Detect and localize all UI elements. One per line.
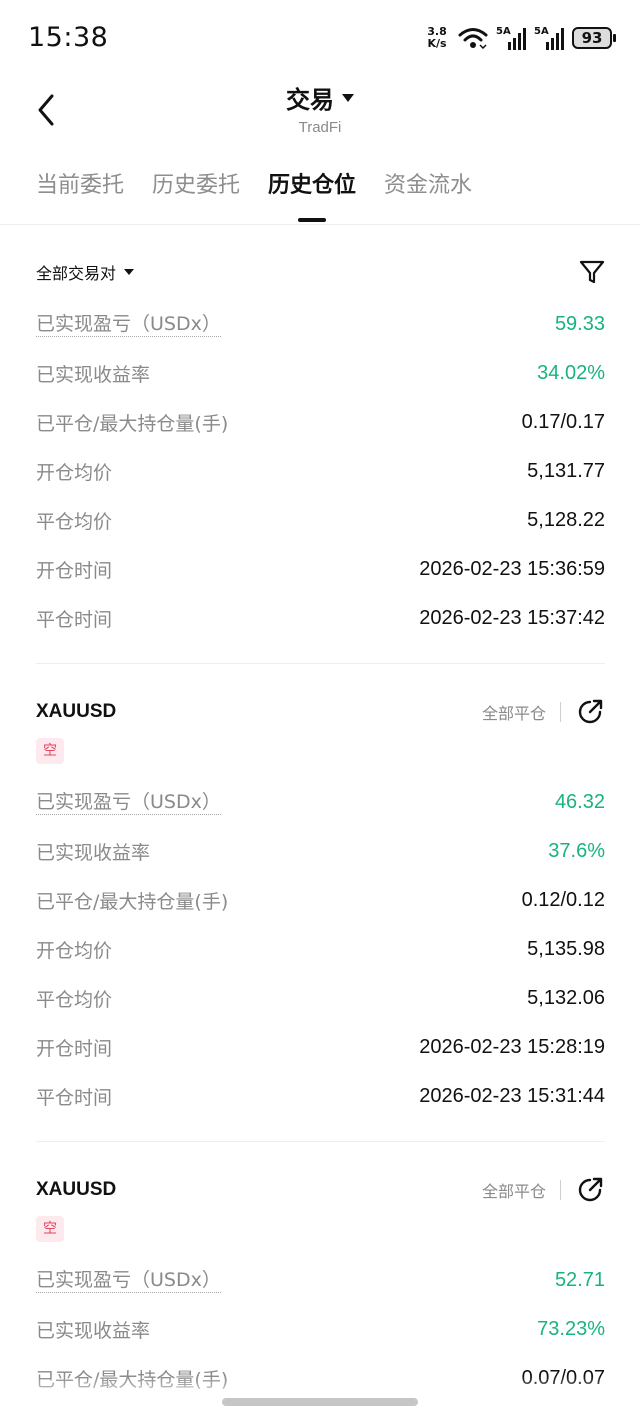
share-icon[interactable] (575, 1175, 605, 1205)
separator (560, 1180, 561, 1200)
position-history-list: 已实现盈亏（USDx） 59.33 已实现收益率 34.02% 已平仓/最大持仓… (36, 300, 605, 1403)
pnl-value: 59.33 (554, 313, 605, 335)
caret-down-icon (342, 93, 354, 102)
roi-value: 37.6% (548, 840, 605, 862)
page-title[interactable]: 交易 (286, 80, 354, 115)
quantity-value: 0.12/0.12 (521, 889, 605, 911)
page-subtitle: TradFi (298, 119, 342, 136)
pnl-label[interactable]: 已实现盈亏（USDx） (36, 790, 221, 815)
pnl-row: 已实现盈亏（USDx） 59.33 (36, 300, 605, 349)
pnl-label[interactable]: 已实现盈亏（USDx） (36, 312, 221, 337)
quantity-row: 已平仓/最大持仓量(手) 0.12/0.12 (36, 889, 605, 913)
close-price-value: 5,132.06 (527, 987, 605, 1009)
pnl-row: 已实现盈亏（USDx） 52.71 (36, 1256, 605, 1305)
home-indicator[interactable] (222, 1398, 418, 1406)
share-icon[interactable] (575, 697, 605, 727)
pnl-row: 已实现盈亏（USDx） 46.32 (36, 778, 605, 827)
open-price-value: 5,131.77 (527, 460, 605, 482)
wifi-icon (458, 28, 488, 49)
close-time-row: 平仓时间 2026-02-23 15:37:42 (36, 607, 605, 631)
close-time-row: 平仓时间 2026-02-23 15:31:44 (36, 1085, 605, 1109)
card-actions: 全部平仓 (482, 697, 605, 727)
separator (560, 702, 561, 722)
title-area[interactable]: 交易 TradFi (0, 80, 640, 136)
side-badge-short: 空 (36, 1216, 64, 1242)
tabs-divider (0, 224, 640, 225)
network-speed: 3.8 K/s (427, 25, 447, 50)
card-header: XAUUSD 全部平仓 (36, 1168, 605, 1212)
roi-row: 已实现收益率 34.02% (36, 362, 605, 386)
card-divider (36, 1141, 605, 1142)
position-card: 已实现盈亏（USDx） 59.33 已实现收益率 34.02% 已平仓/最大持仓… (36, 300, 605, 664)
tab-fund-flow[interactable]: 资金流水 (384, 162, 472, 222)
header: 交易 TradFi (0, 80, 640, 150)
symbol[interactable]: XAUUSD (36, 701, 116, 723)
close-time-value: 2026-02-23 15:37:42 (419, 607, 605, 629)
tab-bar: 当前委托 历史委托 历史仓位 资金流水 (36, 162, 640, 226)
pnl-label[interactable]: 已实现盈亏（USDx） (36, 1268, 221, 1293)
pnl-value: 52.71 (554, 1269, 605, 1291)
card-divider (36, 663, 605, 664)
tab-position-history[interactable]: 历史仓位 (268, 162, 356, 222)
card-header: XAUUSD 全部平仓 (36, 690, 605, 734)
roi-row: 已实现收益率 73.23% (36, 1318, 605, 1342)
caret-down-icon (124, 269, 135, 275)
tab-order-history[interactable]: 历史委托 (152, 162, 240, 222)
position-card: XAUUSD 全部平仓 空 已实现盈亏（USDx） 52.71 已实现收益率 7… (36, 1168, 605, 1403)
side-badge-short: 空 (36, 738, 64, 764)
close-time-value: 2026-02-23 15:31:44 (419, 1085, 605, 1107)
cellular-signal-icon: 5A (496, 26, 526, 50)
quantity-row: 已平仓/最大持仓量(手) 0.17/0.17 (36, 411, 605, 435)
status-icons: 3.8 K/s 5A 5A 93 (424, 25, 616, 50)
filter-icon[interactable] (578, 258, 606, 286)
open-price-row: 开仓均价 5,135.98 (36, 938, 605, 962)
open-time-value: 2026-02-23 15:28:19 (419, 1036, 605, 1058)
scroll-fade (0, 1376, 640, 1416)
close-all-button[interactable]: 全部平仓 (482, 700, 546, 724)
card-actions: 全部平仓 (482, 1175, 605, 1205)
open-price-row: 开仓均价 5,131.77 (36, 460, 605, 484)
close-price-row: 平仓均价 5,132.06 (36, 987, 605, 1011)
close-price-row: 平仓均价 5,128.22 (36, 509, 605, 533)
tab-current-orders[interactable]: 当前委托 (36, 162, 124, 222)
roi-row: 已实现收益率 37.6% (36, 840, 605, 864)
symbol[interactable]: XAUUSD (36, 1179, 116, 1201)
status-time: 15:38 (28, 22, 109, 53)
battery-icon: 93 (572, 27, 616, 49)
pnl-value: 46.32 (554, 791, 605, 813)
filter-row: 全部交易对 (36, 252, 606, 292)
open-time-row: 开仓时间 2026-02-23 15:36:59 (36, 558, 605, 582)
roi-value: 34.02% (537, 362, 605, 384)
quantity-value: 0.17/0.17 (521, 411, 605, 433)
trading-pair-select[interactable]: 全部交易对 (36, 260, 135, 284)
open-time-value: 2026-02-23 15:36:59 (419, 558, 605, 580)
close-price-value: 5,128.22 (527, 509, 605, 531)
cellular-signal-icon: 5A (534, 26, 564, 50)
open-price-value: 5,135.98 (527, 938, 605, 960)
open-time-row: 开仓时间 2026-02-23 15:28:19 (36, 1036, 605, 1060)
roi-value: 73.23% (537, 1318, 605, 1340)
close-all-button[interactable]: 全部平仓 (482, 1178, 546, 1202)
position-card: XAUUSD 全部平仓 空 已实现盈亏（USDx） 46.32 已实现收益率 3… (36, 690, 605, 1142)
status-bar: 15:38 3.8 K/s 5A 5A 93 (0, 0, 640, 80)
